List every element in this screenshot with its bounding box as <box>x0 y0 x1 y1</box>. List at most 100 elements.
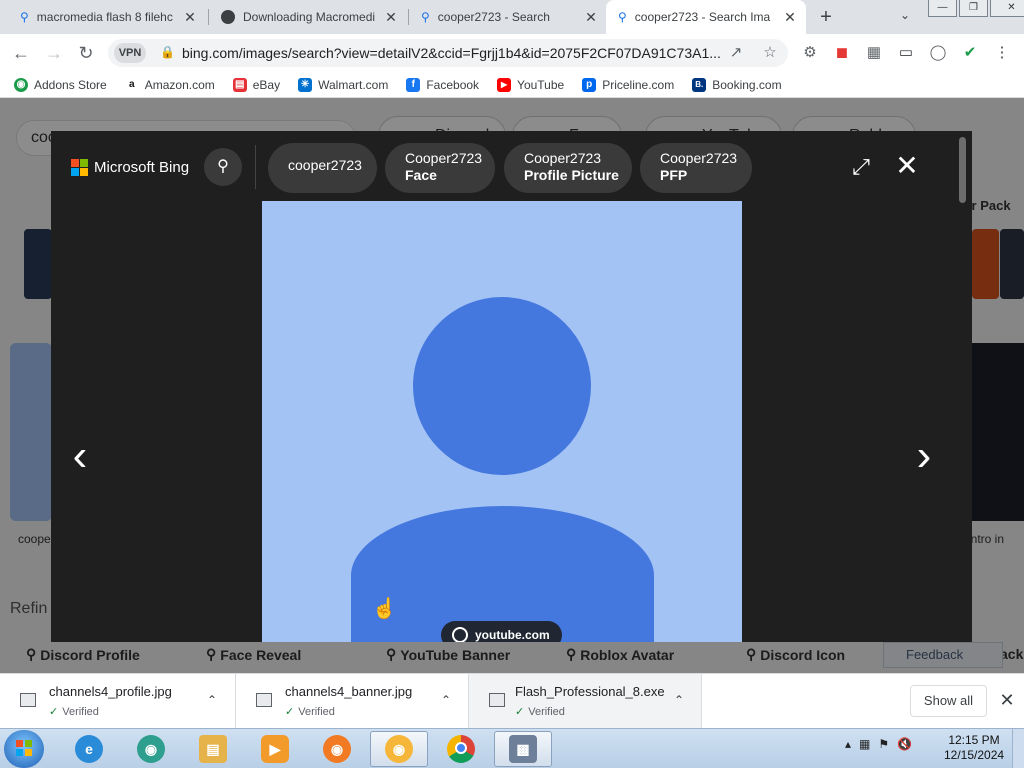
action-center-flag-icon[interactable]: ⚑ <box>878 737 889 751</box>
lock-icon[interactable]: 🔒 <box>160 45 175 59</box>
chevron-down-icon[interactable]: ⌄ <box>895 8 915 28</box>
adblock-icon[interactable]: ◼ <box>832 43 852 63</box>
tab-title: cooper2723 - Search <box>437 10 550 24</box>
media-player-icon[interactable]: ▶ <box>246 731 304 767</box>
bookmark-amazon[interactable]: a Amazon.com <box>124 77 215 92</box>
chip-sublabel: PFP <box>660 167 688 183</box>
profile-icon[interactable]: ◯ <box>928 43 948 63</box>
installer-icon[interactable]: ▩ <box>494 731 552 767</box>
related-chip[interactable]: Cooper2723 Profile Picture <box>504 143 632 193</box>
extension-gear-icon[interactable]: ⚙ <box>800 43 820 63</box>
bookmark-label: eBay <box>252 77 281 92</box>
tab-1[interactable]: ⚲ macromedia flash 8 filehc ✕ <box>8 0 206 34</box>
tab-strip: ⚲ macromedia flash 8 filehc ✕ Downloadin… <box>0 0 1024 34</box>
check-icon: ✓ <box>515 706 525 718</box>
sidepanel-icon[interactable]: ▭ <box>896 43 916 63</box>
divider <box>255 145 256 189</box>
check-icon: ✓ <box>285 706 295 718</box>
image-file-icon <box>256 693 272 707</box>
source-link[interactable]: youtube.com <box>441 621 562 642</box>
close-icon[interactable]: ✕ <box>782 9 798 25</box>
modal-header: Microsoft Bing ⚲ cooper2723 Cooper2723 F… <box>51 131 972 203</box>
close-icon[interactable]: ✕ <box>894 152 920 180</box>
chip-label: Cooper2723 <box>405 150 483 166</box>
status-text: Verified <box>528 706 565 718</box>
related-chip[interactable]: Cooper2723 Face <box>385 143 495 193</box>
chevron-up-icon[interactable]: ⌃ <box>438 692 454 708</box>
next-image-icon[interactable]: › <box>909 431 939 481</box>
file-explorer-icon[interactable]: ▤ <box>184 731 242 767</box>
close-icon[interactable]: ✕ <box>998 690 1016 710</box>
download-item[interactable]: Flash_Professional_8.exe ✓ Verified ⌃ <box>469 674 702 728</box>
show-all-button[interactable]: Show all <box>910 685 987 717</box>
youtube-icon: ▶ <box>497 77 512 92</box>
download-item[interactable]: channels4_banner.jpg ✓ Verified ⌃ <box>236 674 469 728</box>
download-item[interactable]: channels4_profile.jpg ✓ Verified ⌃ <box>0 674 236 728</box>
bookmark-ebay[interactable]: ▤ eBay <box>232 77 281 92</box>
close-icon[interactable]: ✕ <box>383 9 399 25</box>
star-icon[interactable]: ☆ <box>760 43 780 63</box>
tab-title: cooper2723 - Search Ima <box>634 10 771 24</box>
chrome-icon[interactable] <box>432 731 490 767</box>
bookmark-youtube[interactable]: ▶ YouTube <box>497 77 564 92</box>
share-icon[interactable]: ↗ <box>726 43 746 63</box>
bookmark-addons-store[interactable]: ◉ Addons Store <box>14 77 107 92</box>
bookmark-priceline[interactable]: p Priceline.com <box>582 77 674 92</box>
tab-title: Downloading Macromedi <box>243 10 376 24</box>
bookmark-walmart[interactable]: ✳ Walmart.com <box>298 77 388 92</box>
tab-4-active[interactable]: ⚲ cooper2723 - Search Ima ✕ <box>606 0 806 34</box>
tab-2[interactable]: Downloading Macromedi ✕ <box>209 0 407 34</box>
chevron-up-icon[interactable]: ⌃ <box>204 692 220 708</box>
url-text[interactable]: bing.com/images/search?view=detailV2&cci… <box>182 45 722 61</box>
brave-icon[interactable]: ◉ <box>370 731 428 767</box>
tab-3[interactable]: ⚲ cooper2723 - Search ✕ <box>409 0 607 34</box>
show-hidden-icons-icon[interactable]: ▴ <box>845 737 851 751</box>
volume-muted-icon[interactable]: 🔇 <box>897 737 912 751</box>
preview-image[interactable]: youtube.com <box>262 201 742 642</box>
network-icon[interactable]: ▦ <box>859 737 870 751</box>
puzzle-icon[interactable]: ▦ <box>864 43 884 63</box>
back-button[interactable]: ← <box>10 43 32 65</box>
download-status: ✓ Verified <box>515 705 565 718</box>
scrollbar-thumb[interactable] <box>959 137 966 203</box>
clock[interactable]: 12:15 PM 12/15/2024 <box>944 733 1004 763</box>
chip-label: cooper2723 <box>288 157 362 173</box>
previous-image-icon[interactable]: ‹ <box>65 431 95 481</box>
bookmark-facebook[interactable]: f Facebook <box>406 77 480 92</box>
restore-button[interactable]: ❐ <box>959 0 988 17</box>
search-icon: ⚲ <box>20 10 29 24</box>
status-text: Verified <box>298 706 335 718</box>
vpn-button[interactable]: VPN <box>114 43 146 63</box>
download-filename: channels4_banner.jpg <box>285 684 413 699</box>
chevron-up-icon[interactable]: ⌃ <box>671 692 687 708</box>
close-icon[interactable]: ✕ <box>583 9 599 25</box>
minimize-button[interactable]: — <box>928 0 957 17</box>
internet-explorer-icon[interactable]: e <box>60 731 118 767</box>
related-chip[interactable]: Cooper2723 PFP <box>640 143 752 193</box>
expand-icon[interactable]: ⤢ <box>849 155 873 179</box>
new-tab-button[interactable]: + <box>816 7 836 27</box>
forward-button[interactable]: → <box>43 43 65 65</box>
search-icon[interactable]: ⚲ <box>204 148 242 186</box>
brave-icon[interactable]: ◉ <box>308 731 366 767</box>
show-desktop-button[interactable] <box>1012 729 1024 768</box>
download-shelf: channels4_profile.jpg ✓ Verified ⌃ channe… <box>0 673 1024 728</box>
chip-sublabel: Profile Picture <box>524 167 619 183</box>
address-bar[interactable]: VPN 🔒 bing.com/images/search?view=detail… <box>108 39 788 67</box>
bing-logo[interactable]: Microsoft Bing <box>71 159 189 176</box>
source-label: youtube.com <box>475 628 550 642</box>
related-chip[interactable]: cooper2723 <box>268 143 377 193</box>
reload-button[interactable]: ↻ <box>75 43 97 65</box>
shield-icon[interactable]: ✔ <box>960 43 980 63</box>
bookmarks-bar: ◉ Addons Store a Amazon.com ▤ eBay ✳ Walmart… <box>0 72 1024 98</box>
bookmark-booking[interactable]: B. Booking.com <box>692 77 782 92</box>
bookmark-label: Facebook <box>426 77 480 92</box>
start-button[interactable] <box>4 730 44 768</box>
download-status: ✓ Verified <box>285 705 335 718</box>
window-close-button[interactable]: ✕ <box>990 0 1024 17</box>
installer-file-icon <box>489 693 505 707</box>
close-icon[interactable]: ✕ <box>182 9 198 25</box>
menu-icon[interactable]: ⋮ <box>992 43 1012 63</box>
window-controls: — ❐ ✕ <box>928 0 1024 17</box>
app-icon[interactable]: ◉ <box>122 731 180 767</box>
